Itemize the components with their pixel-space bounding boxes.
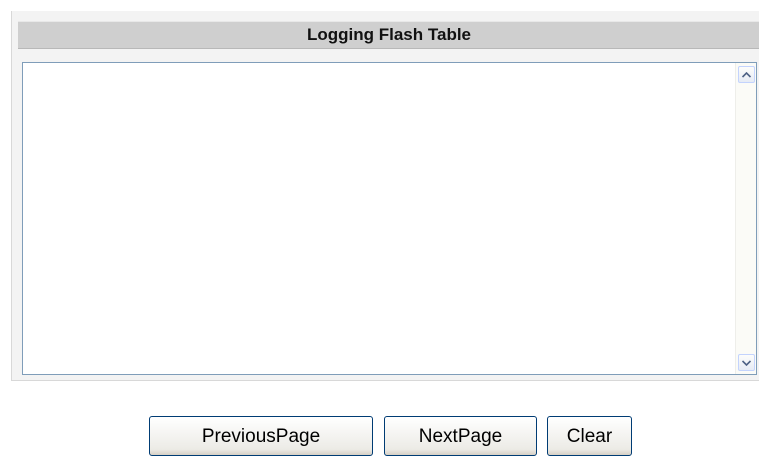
next-page-button[interactable]: NextPage [384, 416, 537, 456]
logging-flash-panel: Logging Flash Table [11, 11, 759, 381]
scroll-up-arrow-icon [742, 71, 751, 78]
log-textarea-container [22, 62, 757, 375]
scroll-down-arrow-icon [742, 359, 751, 366]
clear-button[interactable]: Clear [547, 416, 632, 456]
vertical-scrollbar[interactable] [735, 63, 756, 374]
log-textarea[interactable] [23, 63, 735, 374]
panel-title: Logging Flash Table [18, 21, 759, 49]
scroll-up-button[interactable] [738, 66, 755, 83]
pagination-controls: PreviousPage NextPage Clear [0, 416, 759, 456]
scroll-down-button[interactable] [738, 354, 755, 371]
previous-page-button[interactable]: PreviousPage [149, 416, 373, 456]
